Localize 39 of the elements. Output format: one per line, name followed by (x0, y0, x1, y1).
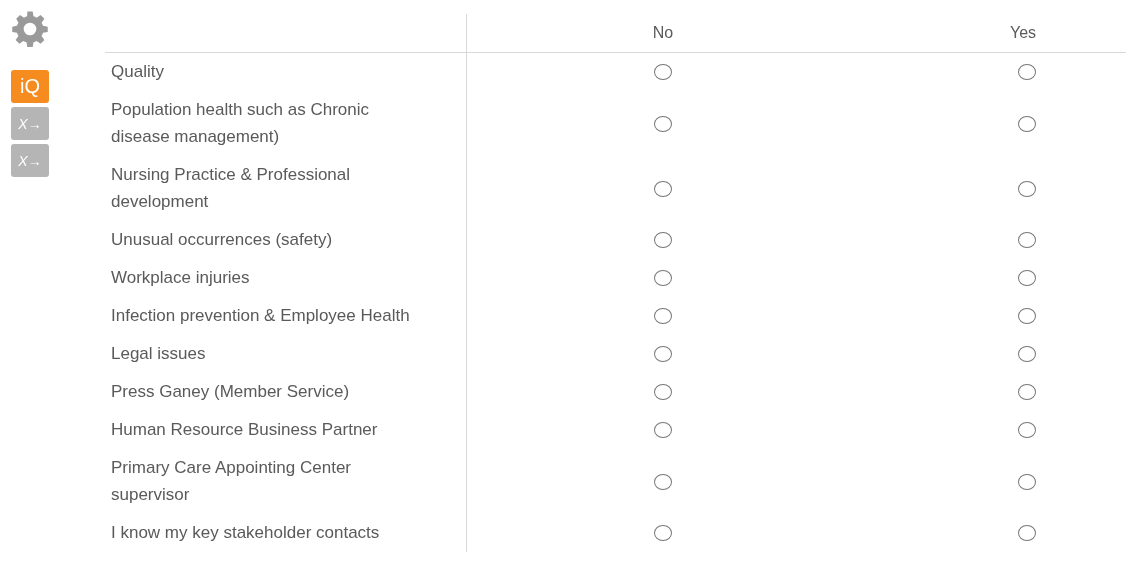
radio-button[interactable] (1018, 422, 1036, 438)
radio-button[interactable] (1018, 180, 1036, 197)
iq-button[interactable]: iQ (11, 70, 49, 103)
row-label: Primary Care Appointing Center supervisor (105, 449, 467, 514)
radio-button[interactable] (654, 308, 672, 324)
radio-button[interactable] (1018, 270, 1036, 286)
radio-button[interactable] (1018, 525, 1036, 541)
radio-button[interactable] (1018, 64, 1036, 80)
column-header: Yes (1010, 24, 1037, 42)
radio-button[interactable] (654, 232, 672, 248)
row-label: Legal issues (105, 335, 467, 373)
radio-button[interactable] (1018, 473, 1036, 490)
row-label: Population health such as Chronic disease management) (105, 91, 467, 156)
radio-button[interactable] (654, 115, 672, 132)
row-label: Unusual occurrences (safety) (105, 221, 467, 259)
radio-button[interactable] (654, 473, 672, 490)
radio-button[interactable] (654, 64, 672, 80)
radio-button[interactable] (654, 422, 672, 438)
radio-button[interactable] (1018, 115, 1036, 132)
row-label: Quality (105, 53, 467, 91)
radio-button[interactable] (654, 180, 672, 197)
row-label: Workplace injuries (105, 259, 467, 297)
tool-button[interactable]: X→ (11, 144, 49, 177)
row-label: Nursing Practice & Professional development (105, 156, 467, 221)
radio-button[interactable] (654, 346, 672, 362)
row-label: Infection prevention & Employee Health (105, 297, 467, 335)
radio-button[interactable] (654, 270, 672, 286)
row-label: I know my key stakeholder contacts (105, 514, 467, 552)
settings-icon[interactable] (11, 10, 49, 48)
radio-button[interactable] (1018, 232, 1036, 248)
tool-button[interactable]: X→ (11, 107, 49, 140)
column-header: No (652, 24, 674, 42)
radio-button[interactable] (1018, 384, 1036, 400)
radio-button[interactable] (1018, 346, 1036, 362)
radio-button[interactable] (654, 525, 672, 541)
radio-button[interactable] (1018, 308, 1036, 324)
radio-button[interactable] (654, 384, 672, 400)
row-label: Human Resource Business Partner (105, 411, 467, 449)
row-label: Press Ganey (Member Service) (105, 373, 467, 411)
